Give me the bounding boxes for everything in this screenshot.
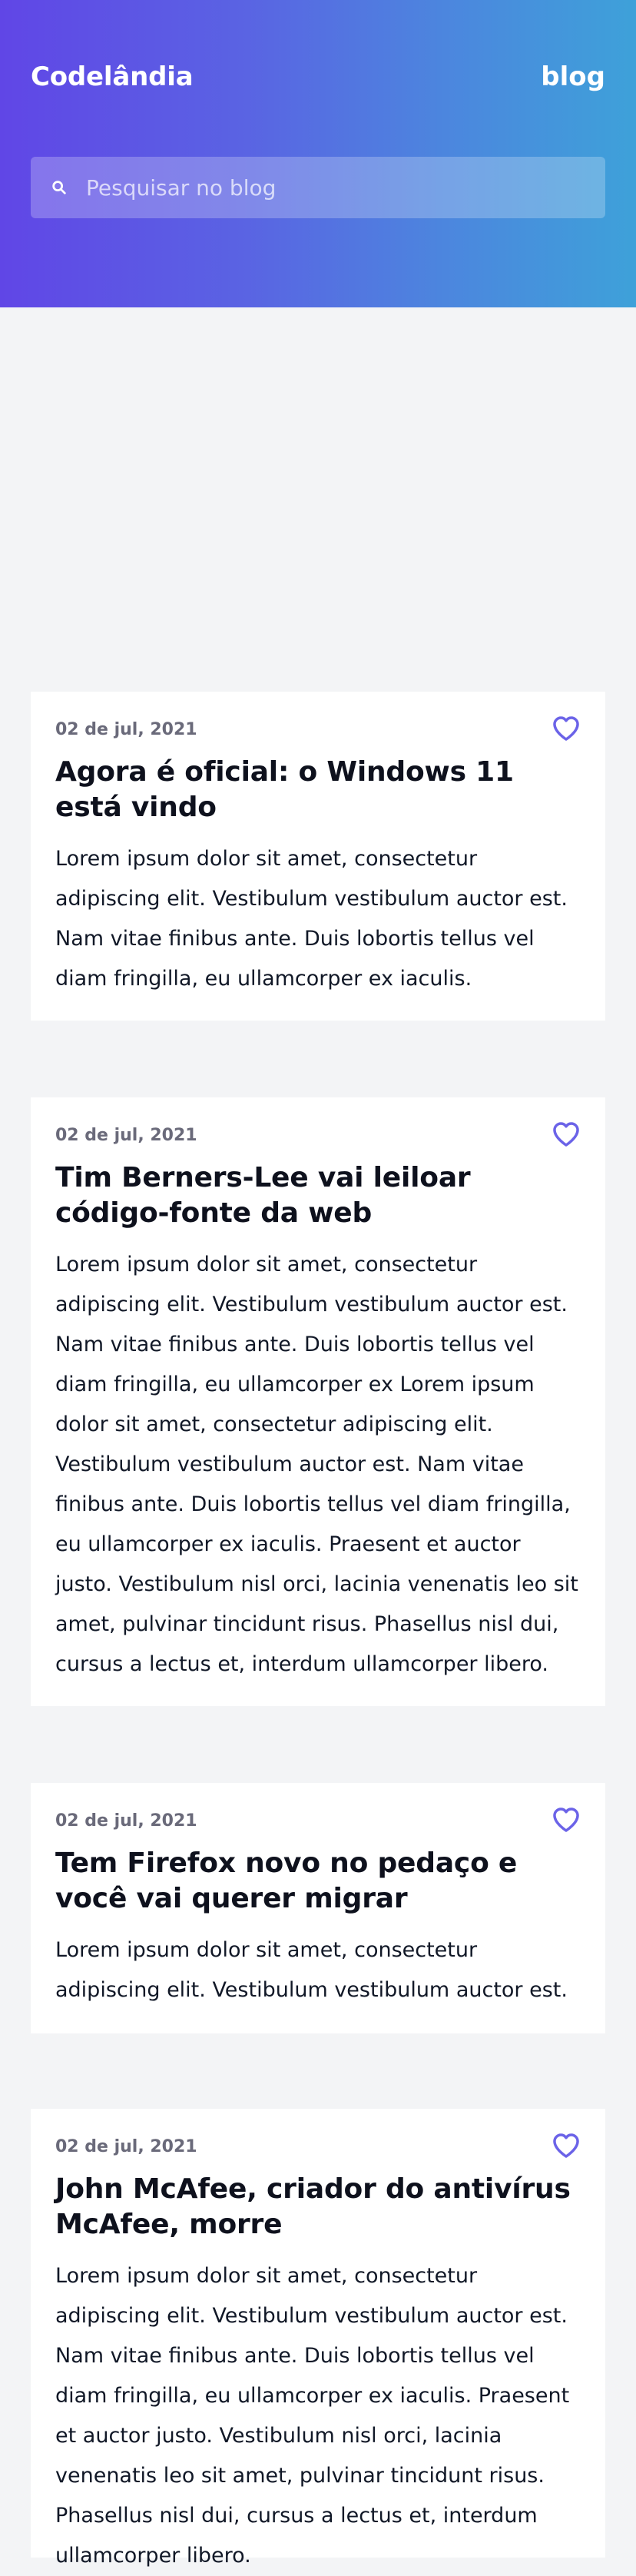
favorite-button[interactable]: [550, 1804, 582, 1837]
site-logo[interactable]: Codelândia: [31, 61, 194, 92]
post-meta: 02 de jul, 2021: [55, 2130, 581, 2163]
search-bar[interactable]: [31, 156, 605, 219]
heart-icon: [552, 2131, 581, 2162]
post-meta: 02 de jul, 2021: [55, 713, 581, 745]
blog-nav-link[interactable]: blog: [541, 61, 605, 92]
post-date: 02 de jul, 2021: [55, 1811, 197, 1831]
post-title[interactable]: John McAfee, criador do antivírus McAfee…: [55, 2172, 581, 2242]
search-input[interactable]: [84, 156, 605, 219]
post-card[interactable]: 02 de jul, 2021 Tim Berners-Lee vai leil…: [31, 1097, 605, 1706]
favorite-button[interactable]: [550, 713, 582, 745]
post-title[interactable]: Tim Berners-Lee vai leiloar código-fonte…: [55, 1160, 581, 1231]
post-meta: 02 de jul, 2021: [55, 1119, 581, 1151]
favorite-button[interactable]: [550, 2130, 582, 2163]
heart-icon: [552, 1805, 581, 1836]
post-date: 02 de jul, 2021: [55, 719, 197, 739]
post-title[interactable]: Agora é oficial: o Windows 11 está vindo: [55, 755, 581, 825]
favorite-button[interactable]: [550, 1119, 582, 1151]
post-excerpt: Lorem ipsum dolor sit amet, consectetur …: [55, 1253, 578, 1676]
post-card[interactable]: 02 de jul, 2021 Agora é oficial: o Windo…: [31, 692, 605, 1021]
post-excerpt: Lorem ipsum dolor sit amet, consectetur …: [55, 2264, 570, 2568]
post-card[interactable]: 02 de jul, 2021 John McAfee, criador do …: [31, 2109, 605, 2568]
post-title[interactable]: Tem Firefox novo no pedaço e você vai qu…: [55, 1846, 581, 1917]
search-icon: [49, 178, 69, 198]
hero-header: Codelândia blog: [0, 0, 636, 307]
post-excerpt: Lorem ipsum dolor sit amet, consectetur …: [55, 1938, 568, 2002]
post-date: 02 de jul, 2021: [55, 1125, 197, 1145]
post-meta: 02 de jul, 2021: [55, 1804, 581, 1837]
post-date: 02 de jul, 2021: [55, 2136, 197, 2156]
heart-icon: [552, 1120, 581, 1150]
post-excerpt: Lorem ipsum dolor sit amet, consectetur …: [55, 847, 568, 991]
post-card[interactable]: 02 de jul, 2021 Tem Firefox novo no peda…: [31, 1783, 605, 2033]
heart-icon: [552, 714, 581, 745]
